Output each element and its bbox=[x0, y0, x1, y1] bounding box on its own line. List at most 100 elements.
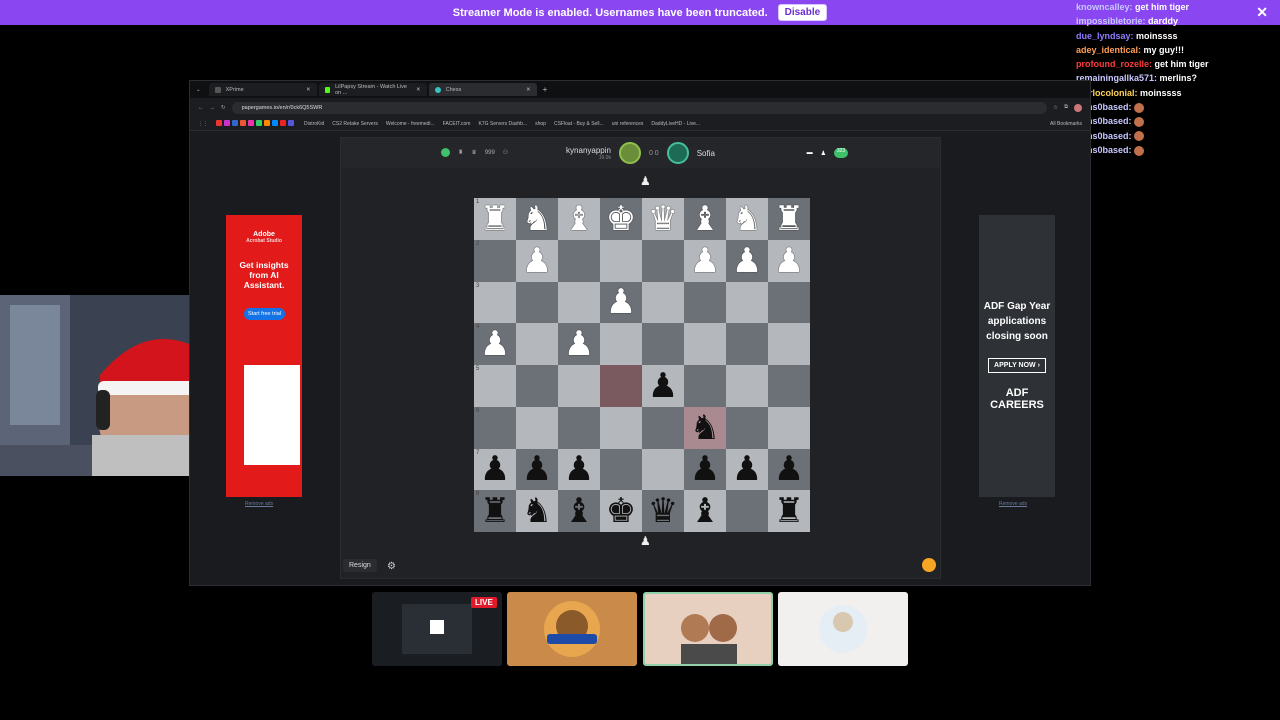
bookmark-item[interactable]: shop bbox=[535, 121, 546, 127]
black-pawn-icon[interactable]: ♟ bbox=[564, 452, 594, 486]
board-square[interactable]: ♟ bbox=[600, 281, 642, 324]
board-square[interactable] bbox=[516, 406, 558, 449]
board-square[interactable] bbox=[558, 281, 600, 324]
tab-list-icon[interactable]: ⌄ bbox=[196, 87, 201, 93]
board-square[interactable]: 2 bbox=[474, 239, 516, 282]
black-knight-icon[interactable]: ♞ bbox=[522, 494, 552, 528]
board-square[interactable]: ♞ bbox=[684, 406, 726, 449]
board-square[interactable]: ♟ bbox=[768, 239, 810, 282]
board-square[interactable] bbox=[600, 365, 642, 407]
bookmark-item[interactable]: CSFloat - Buy & Sell... bbox=[554, 121, 604, 127]
board-square[interactable] bbox=[684, 323, 726, 365]
board-square[interactable] bbox=[642, 448, 684, 491]
bookmark-item[interactable]: uni references bbox=[612, 121, 644, 127]
board-square[interactable] bbox=[726, 365, 768, 407]
bookmark-item-all[interactable]: All Bookmarks bbox=[1050, 121, 1082, 127]
white-pawn-icon[interactable]: ♟ bbox=[732, 244, 762, 278]
board-square[interactable] bbox=[642, 406, 684, 449]
black-pawn-icon[interactable]: ♟ bbox=[522, 452, 552, 486]
chat-username[interactable]: adey_identical: bbox=[1076, 45, 1144, 55]
board-square[interactable]: ♟ bbox=[558, 448, 600, 491]
board-square[interactable] bbox=[600, 239, 642, 282]
board-square[interactable] bbox=[768, 323, 810, 365]
white-bishop-icon[interactable]: ♝ bbox=[690, 202, 720, 236]
board-square[interactable] bbox=[726, 490, 768, 532]
board-square[interactable] bbox=[600, 323, 642, 365]
black-queen-icon[interactable]: ♛ bbox=[648, 494, 678, 528]
forward-icon[interactable]: → bbox=[210, 105, 216, 111]
black-pawn-icon[interactable]: ♟ bbox=[648, 369, 678, 403]
board-square[interactable] bbox=[726, 323, 768, 365]
gear-icon[interactable]: ⚙ bbox=[387, 561, 396, 572]
ad-cta-button[interactable]: Start free trial bbox=[244, 308, 286, 320]
tab-stream[interactable]: LilPapsy Stream - Watch Live on ... ✕ bbox=[318, 83, 427, 96]
board-square[interactable]: ♟ bbox=[516, 239, 558, 282]
chat-username[interactable]: knowncalley: bbox=[1076, 2, 1135, 12]
chat-username[interactable]: impossibletorie: bbox=[1076, 16, 1148, 26]
board-square[interactable] bbox=[558, 365, 600, 407]
apps-icon[interactable]: ⋮⋮ bbox=[198, 121, 208, 127]
player1-name[interactable]: kynanyappin bbox=[566, 146, 611, 155]
white-pawn-icon[interactable]: ♟ bbox=[774, 244, 804, 278]
stream-thumbnail-duo[interactable] bbox=[643, 592, 773, 666]
player2-name[interactable]: Sofia bbox=[697, 149, 715, 158]
black-pawn-icon[interactable]: ♟ bbox=[690, 452, 720, 486]
close-tab-icon[interactable]: ✕ bbox=[306, 87, 311, 93]
bookmark-item[interactable]: K7G Servers Dashb... bbox=[478, 121, 527, 127]
board-square[interactable]: ♟ bbox=[684, 448, 726, 491]
black-king-icon[interactable]: ♚ bbox=[606, 494, 636, 528]
board-square[interactable]: ♟ bbox=[726, 448, 768, 491]
board-square[interactable] bbox=[768, 281, 810, 324]
remove-ads-link[interactable]: Remove ads bbox=[245, 501, 273, 507]
black-knight-icon[interactable]: ♞ bbox=[690, 411, 720, 445]
chess-board[interactable]: 1 ♜ ♞ ♝ ♚ ♛ ♝ ♞ ♜ 2 ♟ ♟ ♟ ♟ 3 ♟ 4 ♟ ♟ 5 ♟ 6 ♞ 7 ♟ ♟ ♟ ♟ ♟ ♟ 8 ♜ ♞ ♝ ♚ ♛ ♝ ♜ bbox=[474, 198, 810, 532]
close-tab-icon[interactable]: ✕ bbox=[526, 87, 531, 93]
close-icon[interactable]: ✕ bbox=[1256, 4, 1268, 21]
board-square[interactable]: ♟ bbox=[726, 239, 768, 282]
board-square[interactable]: ♝ bbox=[558, 490, 600, 532]
board-square[interactable] bbox=[768, 406, 810, 449]
board-square[interactable] bbox=[600, 448, 642, 491]
white-knight-icon[interactable]: ♞ bbox=[522, 202, 552, 236]
black-bishop-icon[interactable]: ♝ bbox=[690, 494, 720, 528]
board-square[interactable] bbox=[768, 365, 810, 407]
board-square[interactable]: ♚ bbox=[600, 490, 642, 532]
friends-icon[interactable]: ⚇ bbox=[503, 149, 508, 156]
bookmark-item[interactable]: DaddyLiveHD - Live... bbox=[651, 121, 700, 127]
stream-thumbnail-lilpapsy[interactable] bbox=[507, 592, 637, 666]
remove-ads-link[interactable]: Remove ads bbox=[999, 501, 1027, 507]
white-pawn-icon[interactable]: ♟ bbox=[606, 285, 636, 319]
bookmark-item[interactable]: CS2 Retake Servers bbox=[332, 121, 378, 127]
board-square[interactable]: 8 ♜ bbox=[474, 490, 516, 532]
white-bishop-icon[interactable]: ♝ bbox=[564, 202, 594, 236]
black-rook-icon[interactable]: ♜ bbox=[774, 494, 804, 528]
black-pawn-icon[interactable]: ♟ bbox=[732, 452, 762, 486]
board-square[interactable]: ♞ bbox=[516, 490, 558, 532]
white-king-icon[interactable]: ♚ bbox=[606, 202, 636, 236]
board-square[interactable] bbox=[642, 239, 684, 282]
board-square[interactable]: 4 ♟ bbox=[474, 323, 516, 365]
board-square[interactable] bbox=[684, 281, 726, 324]
white-queen-icon[interactable]: ♛ bbox=[648, 202, 678, 236]
board-square[interactable]: ♟ bbox=[558, 323, 600, 365]
board-square[interactable] bbox=[684, 365, 726, 407]
reload-icon[interactable]: ↻ bbox=[221, 105, 226, 111]
apply-now-button[interactable]: APPLY NOW › bbox=[988, 358, 1046, 373]
board-square[interactable] bbox=[642, 281, 684, 324]
white-rook-icon[interactable]: ♜ bbox=[480, 202, 510, 236]
close-tab-icon[interactable]: ✕ bbox=[416, 87, 421, 93]
disable-button[interactable]: Disable bbox=[777, 4, 828, 21]
white-pawn-icon[interactable]: ♟ bbox=[564, 327, 594, 361]
board-square[interactable] bbox=[600, 406, 642, 449]
board-square[interactable]: ♟ bbox=[768, 448, 810, 491]
tab-chess[interactable]: Chess ✕ bbox=[428, 83, 537, 96]
bookmark-star-icon[interactable]: ☆ bbox=[1053, 105, 1058, 111]
chat-username[interactable]: due_lyndsay: bbox=[1076, 31, 1136, 41]
profile-avatar[interactable] bbox=[1074, 103, 1082, 112]
black-bishop-icon[interactable]: ♝ bbox=[564, 494, 594, 528]
stream-thumbnail-light[interactable] bbox=[778, 592, 908, 666]
black-pawn-icon[interactable]: ♟ bbox=[774, 452, 804, 486]
chat-icon[interactable]: ▬ bbox=[807, 150, 813, 156]
board-square[interactable]: ♟ bbox=[516, 448, 558, 491]
board-square[interactable]: ♞ bbox=[516, 198, 558, 240]
